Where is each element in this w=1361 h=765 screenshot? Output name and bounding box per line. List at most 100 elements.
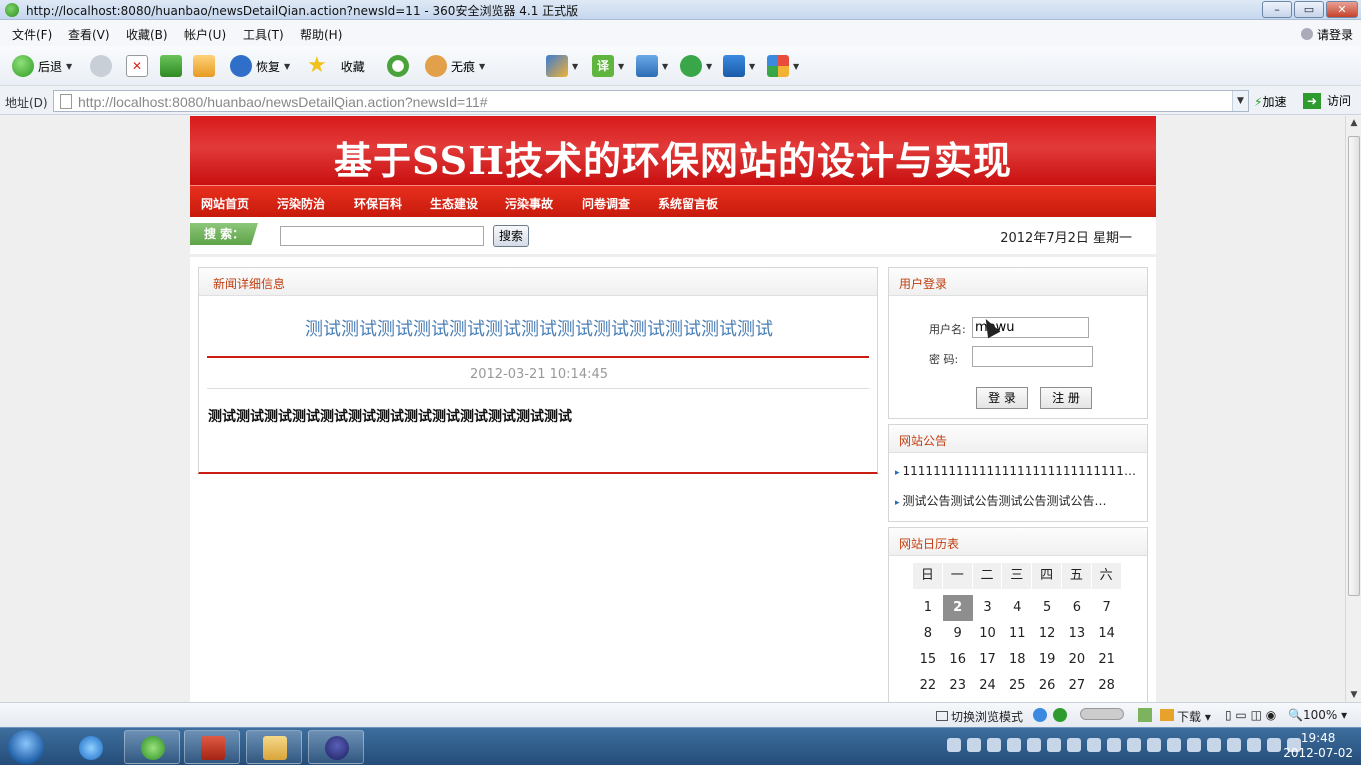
screen-button[interactable]: ▼ — [636, 54, 668, 78]
tray-icon[interactable] — [1207, 738, 1221, 752]
tray-icon[interactable] — [987, 738, 1001, 752]
scroll-thumb[interactable] — [1348, 136, 1360, 596]
nav-home[interactable]: 网站首页 — [201, 195, 249, 212]
vertical-scrollbar[interactable]: ▲ ▼ — [1345, 116, 1361, 702]
nav-pollution-control[interactable]: 污染防治 — [277, 195, 325, 212]
tray-icon[interactable] — [1267, 738, 1281, 752]
incognito-button[interactable]: 无痕 ▼ — [425, 54, 485, 78]
calendar-day[interactable]: 25 — [1002, 673, 1032, 699]
calendar-day[interactable]: 8 — [913, 621, 943, 647]
calc-icon[interactable] — [1138, 708, 1152, 725]
translate-button[interactable]: 译 ▼ — [592, 54, 624, 78]
calendar-day[interactable]: 21 — [1092, 647, 1122, 673]
calendar-day[interactable]: 11 — [1002, 621, 1032, 647]
notice-item[interactable]: 测试公告测试公告测试公告测试公告… — [895, 492, 1141, 509]
calendar-day[interactable]: 3 — [973, 595, 1003, 621]
scroll-up-icon[interactable]: ▲ — [1346, 118, 1361, 128]
calendar-day[interactable]: 9 — [943, 621, 973, 647]
tray-icon[interactable] — [1227, 738, 1241, 752]
menu-help[interactable]: 帮助(H) — [300, 26, 342, 43]
calendar-day[interactable]: 10 — [973, 621, 1003, 647]
calendar-day[interactable]: 22 — [913, 673, 943, 699]
taskbar-toolbox[interactable] — [184, 730, 240, 764]
system-tray[interactable] — [947, 738, 1301, 752]
browse-mode-button[interactable]: 切换浏览模式 — [936, 708, 1023, 725]
minimize-button[interactable]: – — [1262, 1, 1292, 18]
nav-survey[interactable]: 问卷调查 — [582, 195, 630, 212]
tray-icon[interactable] — [1147, 738, 1161, 752]
start-button[interactable] — [8, 730, 44, 764]
nav-guestbook[interactable]: 系统留言板 — [658, 195, 718, 212]
go-button[interactable]: ➜ 访问 — [1303, 92, 1351, 109]
tray-icon[interactable] — [1167, 738, 1181, 752]
app-box-button[interactable]: ▼ — [546, 54, 578, 78]
calendar-day[interactable]: 12 — [1032, 621, 1062, 647]
search-button[interactable]: 搜索 — [493, 225, 529, 247]
tray-icon[interactable] — [1107, 738, 1121, 752]
tray-icon[interactable] — [1007, 738, 1021, 752]
notice-item[interactable]: 1111111111111111111111111111111111 — [895, 464, 1141, 478]
history-button[interactable] — [387, 54, 409, 78]
tray-icon[interactable] — [1247, 738, 1261, 752]
taskbar-ie[interactable] — [62, 730, 118, 764]
refresh-button[interactable] — [160, 54, 182, 78]
calendar-day[interactable]: 18 — [1002, 647, 1032, 673]
calendar-day[interactable]: 7 — [1092, 595, 1122, 621]
calendar-day[interactable]: 24 — [973, 673, 1003, 699]
clock[interactable]: 19:48 2012-07-02 — [1283, 731, 1353, 761]
tray-icon[interactable] — [1087, 738, 1101, 752]
calendar-day[interactable]: 23 — [943, 673, 973, 699]
calendar-day[interactable]: 28 — [1092, 673, 1122, 699]
tray-icon[interactable] — [1027, 738, 1041, 752]
calendar-day[interactable]: 26 — [1032, 673, 1062, 699]
tray-icon[interactable] — [1187, 738, 1201, 752]
calendar-day[interactable]: 19 — [1032, 647, 1062, 673]
download-tool-button[interactable]: ▼ — [680, 54, 712, 78]
taskbar-explorer[interactable] — [246, 730, 302, 764]
menu-favorites[interactable]: 收藏(B) — [126, 26, 168, 43]
calendar-day[interactable]: 14 — [1092, 621, 1122, 647]
calendar-day[interactable]: 13 — [1062, 621, 1092, 647]
zoom-control[interactable]: 🔍100% ▾ — [1288, 708, 1347, 722]
download-button[interactable]: 下载 ▾ — [1160, 708, 1211, 725]
toggle-icon[interactable] — [1080, 708, 1124, 723]
tray-icon[interactable] — [947, 738, 961, 752]
tray-icon[interactable] — [967, 738, 981, 752]
page-tools-icon[interactable]: ▯ ▭ ◫ ◉ — [1225, 708, 1276, 722]
calendar-day[interactable]: 15 — [913, 647, 943, 673]
ie-icon[interactable] — [1033, 708, 1047, 725]
register-button[interactable]: 注 册 — [1040, 387, 1092, 409]
calendar-day[interactable]: 27 — [1062, 673, 1092, 699]
menu-account[interactable]: 帐户(U) — [184, 26, 226, 43]
calendar-day[interactable]: 20 — [1062, 647, 1092, 673]
calendar-day[interactable]: 16 — [943, 647, 973, 673]
speedup-button[interactable]: ⚡加速 — [1254, 93, 1286, 110]
calendar-day[interactable]: 17 — [973, 647, 1003, 673]
calendar-day[interactable]: 6 — [1062, 595, 1092, 621]
calendar-day-today[interactable]: 2 — [942, 595, 973, 621]
apps-button[interactable]: ▼ — [767, 54, 799, 78]
tray-icon[interactable] — [1047, 738, 1061, 752]
tray-icon[interactable] — [1067, 738, 1081, 752]
maximize-button[interactable]: ▭ — [1294, 1, 1324, 18]
nav-ecology[interactable]: 生态建设 — [430, 195, 478, 212]
search-input[interactable] — [280, 226, 484, 246]
back-button[interactable]: 后退 ▼ — [12, 54, 72, 78]
nav-encyclopedia[interactable]: 环保百科 — [354, 195, 402, 212]
menu-tools[interactable]: 工具(T) — [243, 26, 284, 43]
scroll-down-icon[interactable]: ▼ — [1346, 690, 1361, 700]
menu-view[interactable]: 查看(V) — [68, 26, 110, 43]
close-button[interactable]: ✕ — [1326, 1, 1358, 18]
login-button[interactable]: 登 录 — [976, 387, 1028, 409]
taskbar-360-browser[interactable] — [124, 730, 180, 764]
tray-icon[interactable] — [1127, 738, 1141, 752]
calendar-day[interactable]: 4 — [1002, 595, 1032, 621]
stop-button[interactable]: ✕ — [126, 54, 148, 78]
password-input[interactable] — [972, 346, 1093, 367]
nav-accidents[interactable]: 污染事故 — [505, 195, 553, 212]
url-input[interactable]: http://localhost:8080/huanbao/newsDetail… — [53, 90, 1249, 112]
home-button[interactable] — [193, 54, 215, 78]
calendar-day[interactable]: 5 — [1032, 595, 1062, 621]
chevron-down-icon[interactable]: ▼ — [1232, 91, 1248, 111]
video-button[interactable]: ▼ — [723, 54, 755, 78]
